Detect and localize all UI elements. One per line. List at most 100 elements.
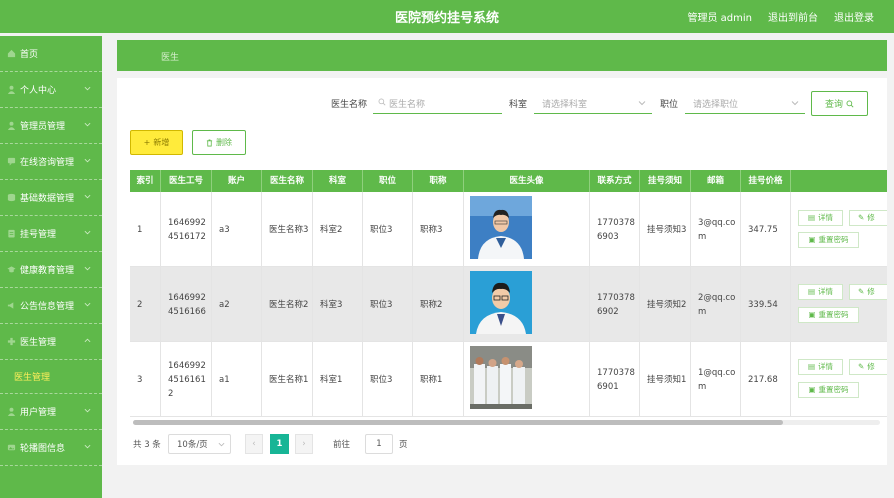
cell-code: 16469924516166 bbox=[161, 267, 212, 342]
detail-button-label: 详情 bbox=[818, 213, 834, 222]
sidebar-item-label: 基础数据管理 bbox=[20, 194, 75, 204]
table-header: 索引 医生工号 账户 医生名称 科室 职位 职称 医生头像 联系方式 挂号须知 … bbox=[130, 170, 887, 192]
cell-account: a3 bbox=[212, 192, 262, 267]
sidebar-item-health-education[interactable]: 健康教育管理 bbox=[0, 252, 102, 288]
sidebar: 首页 个人中心 管理员管理 在线咨询管理 基础数据管理 挂号管理 健康教育管理 … bbox=[0, 36, 102, 498]
edit-button-label: 修 bbox=[867, 362, 875, 371]
reset-password-button[interactable]: ▣ 重置密码 bbox=[798, 307, 859, 323]
total-count: 共 3 条 bbox=[133, 440, 161, 450]
detail-icon: ▤ bbox=[807, 213, 816, 222]
cell-avatar bbox=[464, 342, 590, 417]
logout-link[interactable]: 退出登录 bbox=[834, 9, 874, 24]
edit-icon: ✎ bbox=[858, 287, 865, 296]
detail-button[interactable]: ▤ 详情 bbox=[798, 284, 843, 300]
sidebar-item-notice-management[interactable]: 公告信息管理 bbox=[0, 288, 102, 324]
chat-icon bbox=[6, 157, 16, 167]
delete-button[interactable]: 删除 bbox=[192, 130, 246, 155]
cell-email: 1@qq.com bbox=[691, 342, 741, 417]
plus-icon: + bbox=[143, 138, 151, 147]
detail-button-label: 详情 bbox=[818, 362, 834, 371]
edit-button[interactable]: ✎ 修 bbox=[849, 359, 887, 375]
page-size-value: 10条/页 bbox=[177, 440, 208, 450]
current-user: 管理员 admin bbox=[687, 13, 752, 24]
column-header: 账户 bbox=[212, 170, 262, 192]
reset-password-button[interactable]: ▣ 重置密码 bbox=[798, 382, 859, 398]
detail-button[interactable]: ▤ 详情 bbox=[798, 359, 843, 375]
add-button-label: 新增 bbox=[153, 138, 170, 147]
cell-index: 2 bbox=[130, 267, 161, 342]
admin-icon bbox=[6, 121, 16, 131]
edit-icon: ✎ bbox=[858, 213, 865, 222]
sidebar-item-consult-management[interactable]: 在线咨询管理 bbox=[0, 144, 102, 180]
chevron-down-icon bbox=[84, 302, 91, 307]
doctor-photo bbox=[470, 271, 532, 334]
sidebar-item-registration-management[interactable]: 挂号管理 bbox=[0, 216, 102, 252]
sidebar-item-carousel-info[interactable]: 轮播图信息 bbox=[0, 430, 102, 466]
chevron-left-icon: ‹ bbox=[252, 439, 256, 449]
edit-button[interactable]: ✎ 修 bbox=[849, 284, 887, 300]
database-icon bbox=[6, 193, 16, 203]
cell-name: 医生名称2 bbox=[262, 267, 313, 342]
cell-index: 3 bbox=[130, 342, 161, 417]
detail-button[interactable]: ▤ 详情 bbox=[798, 210, 843, 226]
next-page-button[interactable]: › bbox=[295, 434, 313, 454]
education-icon bbox=[6, 265, 16, 275]
horizontal-scrollbar[interactable] bbox=[133, 420, 880, 425]
doctor-name-input[interactable]: 医生名称 bbox=[373, 90, 502, 114]
reset-password-button[interactable]: ▣ 重置密码 bbox=[798, 232, 859, 248]
position-select[interactable]: 请选择职位 bbox=[685, 90, 805, 114]
page-number-current[interactable]: 1 bbox=[270, 434, 289, 454]
column-header: 职位 bbox=[363, 170, 413, 192]
table-row: 1 16469924516172 a3 医生名称3 科室2 职位3 职称3 17… bbox=[130, 192, 887, 267]
header-actions: 管理员 admin 退出到前台 退出登录 bbox=[687, 9, 874, 24]
chevron-down-icon bbox=[84, 266, 91, 271]
sidebar-item-personal-center[interactable]: 个人中心 bbox=[0, 72, 102, 108]
chevron-down-icon bbox=[84, 86, 91, 91]
position-label: 职位 bbox=[660, 100, 679, 110]
table-row: 3 164699245161612 a1 医生名称1 科室1 职位3 职称1 1… bbox=[130, 342, 887, 417]
doctor-photo bbox=[470, 346, 532, 409]
sidebar-item-doctor-management[interactable]: 医生管理 bbox=[0, 324, 102, 360]
sidebar-item-user-management[interactable]: 用户管理 bbox=[0, 394, 102, 430]
page-unit-label: 页 bbox=[399, 440, 408, 450]
column-header: 医生工号 bbox=[161, 170, 212, 192]
search-bar: 医生名称 医生名称 科室 请选择科室 职位 请选择职位 查询 bbox=[117, 90, 887, 116]
sidebar-subitem-doctor-management[interactable]: 医生管理 bbox=[0, 360, 102, 394]
trash-icon bbox=[206, 139, 213, 146]
cell-title: 职称3 bbox=[413, 192, 464, 267]
goto-label: 前往 bbox=[333, 440, 351, 450]
prev-page-button[interactable]: ‹ bbox=[245, 434, 263, 454]
cell-account: a2 bbox=[212, 267, 262, 342]
cell-operations: ▤ 详情 ✎ 修 ▣ 重置密码 bbox=[791, 267, 887, 342]
cell-operations: ▤ 详情 ✎ 修 ▣ 重置密码 bbox=[791, 192, 887, 267]
page-size-select[interactable]: 10条/页 bbox=[168, 434, 231, 454]
sidebar-item-home[interactable]: 首页 bbox=[0, 36, 102, 72]
goto-page-input[interactable]: 1 bbox=[365, 434, 393, 454]
breadcrumb: 医生 bbox=[117, 40, 887, 71]
sidebar-item-admin-management[interactable]: 管理员管理 bbox=[0, 108, 102, 144]
column-header: 医生名称 bbox=[262, 170, 313, 192]
scrollbar-thumb[interactable] bbox=[133, 420, 783, 425]
department-select[interactable]: 请选择科室 bbox=[534, 90, 652, 114]
doctor-name-label: 医生名称 bbox=[331, 100, 368, 110]
sidebar-item-base-data-management[interactable]: 基础数据管理 bbox=[0, 180, 102, 216]
cell-notice: 挂号须知2 bbox=[640, 267, 691, 342]
sidebar-item-label: 首页 bbox=[20, 50, 39, 60]
query-button[interactable]: 查询 bbox=[811, 91, 868, 116]
column-header: 医生头像 bbox=[464, 170, 590, 192]
cell-operations: ▤ 详情 ✎ 修 ▣ 重置密码 bbox=[791, 342, 887, 417]
column-header: 挂号须知 bbox=[640, 170, 691, 192]
cell-position: 职位3 bbox=[363, 192, 413, 267]
sidebar-item-label: 用户管理 bbox=[20, 408, 57, 418]
sidebar-item-label: 个人中心 bbox=[20, 86, 57, 96]
home-icon bbox=[6, 49, 16, 59]
cell-index: 1 bbox=[130, 192, 161, 267]
cell-phone: 17703786901 bbox=[590, 342, 640, 417]
edit-button[interactable]: ✎ 修 bbox=[849, 210, 887, 226]
add-button[interactable]: + 新增 bbox=[130, 130, 183, 155]
exit-to-front-link[interactable]: 退出到前台 bbox=[768, 9, 818, 24]
user-icon bbox=[6, 85, 16, 95]
cell-notice: 挂号须知3 bbox=[640, 192, 691, 267]
notice-icon bbox=[6, 301, 16, 311]
cell-price: 347.75 bbox=[741, 192, 791, 267]
